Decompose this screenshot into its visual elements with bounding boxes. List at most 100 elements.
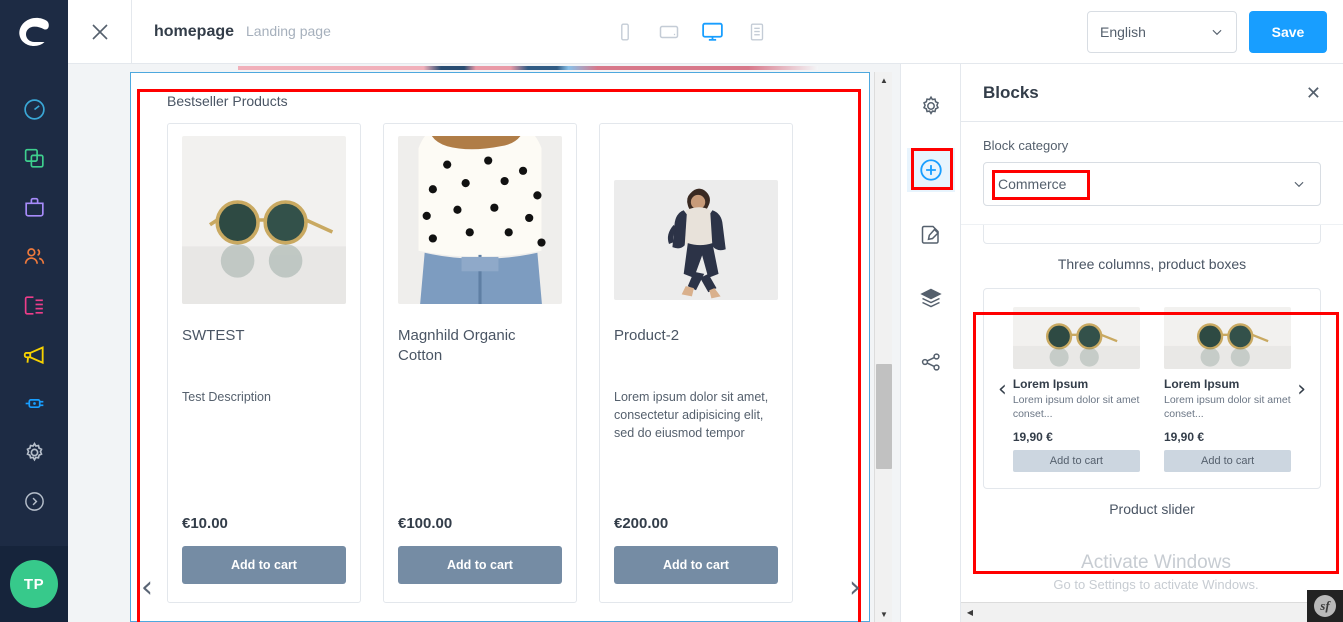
close-icon	[91, 23, 108, 40]
blocks-panel-horizontal-scrollbar[interactable]: ◀	[961, 602, 1343, 622]
sidebar-item-catalogues[interactable]	[18, 143, 50, 173]
sidebar-item-collapse[interactable]	[18, 486, 50, 516]
product-name: SWTEST	[182, 327, 245, 344]
slider-product-description: Lorem ipsum dolor sit amet conset...	[1164, 394, 1291, 421]
canvas-vertical-scrollbar[interactable]: ▲ ▼	[874, 72, 892, 622]
mobile-preview-icon	[620, 23, 629, 40]
selected-section-frame[interactable]: Bestseller Products SWTEST Test Descript…	[130, 72, 870, 622]
slider-product-item[interactable]: Lorem Ipsum Lorem ipsum dolor sit amet c…	[1164, 307, 1292, 473]
block-entry[interactable]: Add to cart Add to cart Add to cart Thre…	[983, 225, 1321, 288]
product-card[interactable]: SWTEST Test Description €10.00 Add to ca…	[167, 123, 361, 603]
sunglasses-photo	[182, 136, 346, 304]
sidebar-item-settings[interactable]	[18, 437, 50, 467]
slider-prev-button[interactable]: ‹	[998, 377, 1007, 402]
slider-product-name: Lorem Ipsum	[1164, 377, 1240, 391]
carousel-next-button[interactable]: ›	[849, 573, 861, 603]
sidebar-item-orders[interactable]	[18, 192, 50, 222]
add-to-cart-button[interactable]: Add to cart	[614, 546, 778, 584]
three-column-product-boxes-preview: Add to cart Add to cart Add to cart	[984, 225, 1320, 243]
language-select[interactable]: English	[1087, 10, 1237, 53]
cms-canvas: Bestseller Products SWTEST Test Descript…	[68, 64, 900, 622]
carousel-prev-button[interactable]: ‹	[141, 573, 153, 603]
sidebar-item-extensions[interactable]	[18, 388, 50, 418]
editor-body: Bestseller Products SWTEST Test Descript…	[68, 64, 1343, 622]
main-sidebar: TP	[0, 0, 68, 622]
page-subtitle: Landing page	[246, 22, 331, 39]
avatar[interactable]: TP	[10, 560, 58, 608]
add-block-icon	[919, 159, 942, 181]
tablet-preview-icon	[659, 25, 678, 38]
dashboard-icon	[23, 98, 45, 120]
tablet-preview-button[interactable]	[652, 15, 686, 49]
desktop-preview-button[interactable]	[696, 15, 730, 49]
list-preview-button[interactable]	[740, 15, 774, 49]
blocks-panel-header: Blocks ✕	[961, 64, 1343, 122]
add-to-cart-button[interactable]: Add to cart	[182, 546, 346, 584]
product-card[interactable]: Product-2 Lorem ipsum dolor sit amet, co…	[599, 123, 793, 603]
sidebar-item-marketing[interactable]	[18, 339, 50, 369]
add-to-cart-button[interactable]: Add to cart	[398, 546, 562, 584]
product-price: €200.00	[614, 515, 669, 532]
sidebar-item-dashboard[interactable]	[18, 94, 50, 124]
scroll-down-arrow[interactable]: ▼	[875, 606, 893, 622]
settings-tool-button[interactable]	[907, 84, 955, 128]
share-tool-button[interactable]	[907, 340, 955, 384]
page-title: homepage	[154, 22, 235, 40]
block-category-field: Block category Commerce	[961, 122, 1343, 225]
close-icon[interactable]: ✕	[1306, 84, 1321, 102]
product-slider-preview: ‹ Lorem Ipsum Lorem ipsum dolor sit amet…	[984, 289, 1320, 488]
scroll-up-arrow[interactable]: ▲	[875, 72, 893, 88]
product-card[interactable]: Magnhild Organic Cotton €100.00 Add to c…	[383, 123, 577, 603]
layers-icon	[919, 288, 942, 308]
sidebar-item-customers[interactable]	[18, 241, 50, 271]
slider-item-list: Lorem Ipsum Lorem ipsum dolor sit amet c…	[1012, 307, 1292, 473]
block-preview: ‹ Lorem Ipsum Lorem ipsum dolor sit amet…	[983, 288, 1321, 490]
edit-content-icon	[921, 225, 939, 244]
slider-product-item[interactable]: Lorem Ipsum Lorem ipsum dolor sit amet c…	[1012, 307, 1140, 473]
desktop-preview-icon	[702, 22, 723, 41]
blocks-list[interactable]: Add to cart Add to cart Add to cart Thre…	[961, 225, 1343, 622]
scroll-left-arrow[interactable]: ◀	[961, 608, 979, 617]
extensions-icon	[25, 398, 43, 408]
section-heading: Bestseller Products	[167, 93, 288, 109]
page-title-area: homepage Landing page	[132, 23, 331, 41]
user-avatar-zone[interactable]: TP	[0, 546, 68, 622]
sunglasses-photo	[1164, 307, 1292, 369]
layers-tool-button[interactable]	[907, 276, 955, 320]
block-caption: Three columns, product boxes	[1057, 256, 1247, 272]
language-select-value: English	[1100, 23, 1146, 40]
block-category-select[interactable]: Commerce	[983, 162, 1321, 206]
catalogues-icon	[24, 148, 44, 168]
add-to-cart-button: Add to cart	[1012, 450, 1140, 473]
topbar-actions: English Save	[1087, 10, 1343, 53]
settings-gear-icon	[922, 95, 939, 115]
cms-page-builder: TP homepage Landing page English Save Be…	[0, 0, 1343, 622]
canvas-scroll-thumb[interactable]	[876, 364, 892, 469]
add-block-tool-button[interactable]	[906, 148, 955, 192]
settings-gear-icon	[25, 441, 43, 461]
slider-next-button[interactable]: ›	[1297, 377, 1306, 402]
product-price: €100.00	[398, 515, 453, 532]
marketing-icon	[23, 346, 44, 365]
symfony-profiler-icon[interactable]: sf	[1307, 590, 1343, 622]
block-category-value: Commerce	[998, 176, 1067, 192]
main-column: homepage Landing page English Save Bests…	[68, 0, 1343, 622]
slider-product-price: 19,90 €	[1012, 430, 1053, 445]
chevron-down-icon	[1212, 29, 1222, 35]
sidebar-item-content[interactable]	[18, 290, 50, 320]
content-icon	[24, 295, 43, 315]
orders-icon	[24, 197, 44, 217]
blocks-panel: Blocks ✕ Block category Commerce Three c…	[960, 64, 1343, 622]
block-entry[interactable]: ‹ Lorem Ipsum Lorem ipsum dolor sit amet…	[983, 288, 1321, 533]
symfony-glyph: sf	[1314, 595, 1336, 617]
product-name: Product-2	[614, 327, 680, 344]
mobile-preview-button[interactable]	[608, 15, 642, 49]
device-preview-switcher	[488, 15, 774, 49]
product-name: Magnhild Organic Cotton	[398, 327, 516, 364]
save-button[interactable]: Save	[1249, 10, 1327, 53]
close-editor-button[interactable]	[68, 0, 132, 64]
customers-icon	[24, 247, 44, 264]
slider-product-name: Lorem Ipsum	[1012, 377, 1089, 391]
shopware-logo[interactable]	[0, 0, 68, 64]
edit-content-tool-button[interactable]	[907, 212, 955, 256]
